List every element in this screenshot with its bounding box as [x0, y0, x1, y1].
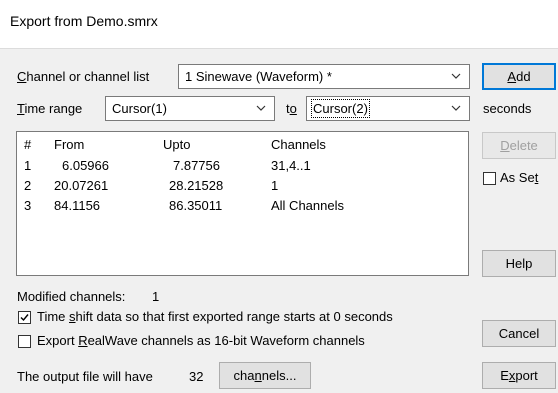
realwave-checkbox[interactable] — [18, 335, 31, 348]
channel-combo[interactable]: 1 Sinewave (Waveform) * — [178, 64, 470, 89]
row-upto: 28.21528 — [169, 178, 224, 193]
time-range-label: Time range — [17, 101, 83, 116]
realwave-label: Export RealWave channels as 16-bit Wavef… — [37, 333, 365, 348]
row-number: 1 — [24, 158, 32, 173]
modified-channels-label: Modified channels: — [17, 289, 126, 304]
time-to-label: to — [286, 101, 297, 116]
time-shift-label: Time shift data so that first exported r… — [37, 309, 393, 324]
window-title: Export from Demo.smrx — [10, 13, 158, 29]
as-set-checkbox[interactable] — [483, 172, 496, 185]
time-to-combo[interactable]: Cursor(2) — [306, 96, 470, 121]
add-button[interactable]: Add — [482, 63, 556, 90]
row-channels: All Channels — [271, 198, 344, 213]
time-from-value: Cursor(1) — [112, 101, 167, 116]
check-mark-icon — [20, 314, 29, 322]
row-upto: 7.87756 — [173, 158, 220, 173]
column-header-number: # — [24, 137, 32, 152]
column-header-from: From — [54, 137, 85, 152]
chevron-down-icon — [451, 73, 461, 79]
as-set-label: As Set — [500, 170, 539, 185]
row-number: 2 — [24, 178, 32, 193]
column-header-upto: Upto — [163, 137, 191, 152]
row-from: 84.1156 — [54, 198, 101, 213]
column-header-channels: Channels — [271, 137, 326, 152]
output-label: The output file will have — [17, 369, 153, 384]
time-to-value: Cursor(2) — [311, 99, 370, 118]
time-from-combo[interactable]: Cursor(1) — [105, 96, 275, 121]
row-channels: 1 — [271, 178, 279, 193]
chevron-down-icon — [256, 105, 266, 111]
row-from: 6.05966 — [62, 158, 109, 173]
channel-label: Channel or channel list — [17, 69, 150, 84]
range-list[interactable]: # From Upto Channels 1 6.05966 7.87756 3… — [16, 131, 469, 276]
modified-channels-value: 1 — [152, 289, 160, 304]
output-count: 32 — [189, 369, 204, 384]
delete-button[interactable]: Delete — [482, 132, 556, 159]
chevron-down-icon — [451, 105, 461, 111]
export-button[interactable]: Export — [482, 362, 556, 389]
time-shift-checkbox[interactable] — [18, 311, 31, 324]
seconds-label: seconds — [483, 101, 532, 116]
help-button[interactable]: Help — [482, 250, 556, 277]
title-bar: Export from Demo.smrx — [0, 0, 558, 49]
row-from: 20.07261 — [54, 178, 109, 193]
cancel-button[interactable]: Cancel — [482, 320, 556, 347]
row-number: 3 — [24, 198, 32, 213]
channel-combo-value: 1 Sinewave (Waveform) * — [185, 69, 332, 84]
channels-button[interactable]: channels... — [219, 362, 311, 389]
row-upto: 86.35011 — [169, 198, 223, 213]
row-channels: 31,4..1 — [271, 158, 311, 173]
